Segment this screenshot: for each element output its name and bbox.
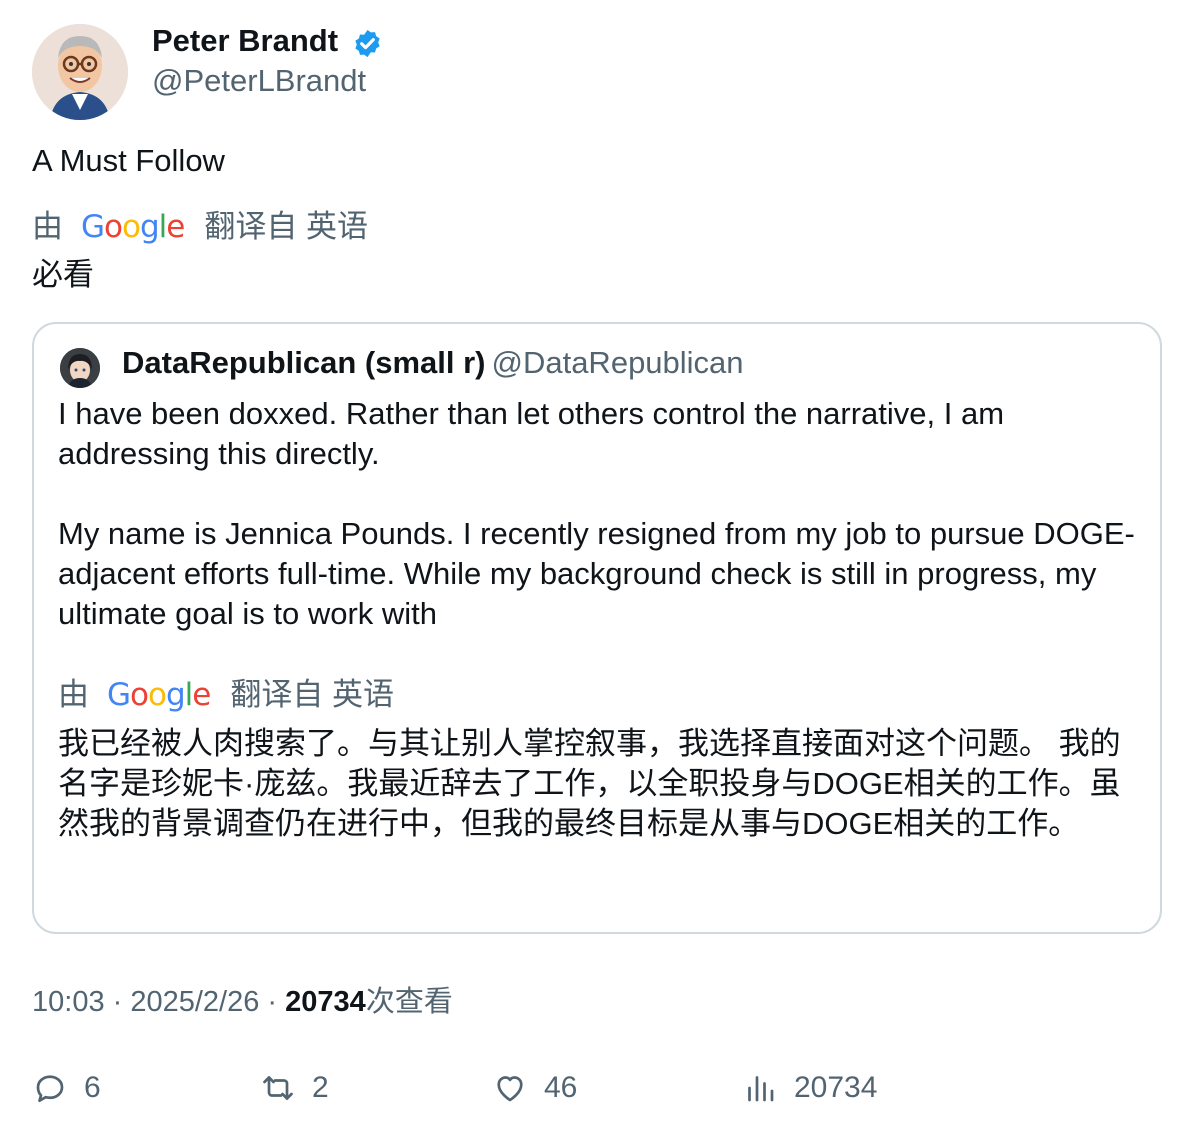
tweet-text: A Must Follow [32, 143, 225, 178]
tweet-time[interactable]: 10:03 [32, 986, 105, 1018]
tweet-meta: 10:03 · 2025/2/26 · 20734次查看 [32, 984, 453, 1020]
quoted-author-avatar[interactable] [60, 348, 100, 388]
translated-from-label: 翻译自 英语 [230, 677, 394, 712]
retweet-icon [263, 1076, 293, 1100]
retweet-count: 2 [312, 1071, 329, 1104]
meta-separator: · [104, 986, 131, 1018]
translation-attribution[interactable]: 由 Google 翻译自 英语 [32, 208, 368, 246]
quoted-translated-text: 我已经被人肉搜索了。与其让别人掌控叙事，我选择直接面对这个问题。 我的名字是珍妮… [58, 726, 1121, 841]
quoted-tweet-card[interactable]: DataRepublican (small r) @DataRepublican … [32, 322, 1162, 934]
like-button[interactable]: 46 [492, 1068, 577, 1108]
reply-count: 6 [84, 1071, 101, 1104]
author-handle[interactable]: @PeterLBrandt [152, 62, 366, 100]
reply-icon [36, 1075, 64, 1103]
translated-from-label: 翻译自 英语 [204, 209, 368, 244]
tweet-date[interactable]: 2025/2/26 [130, 986, 259, 1018]
translated-by-label: 由 [58, 677, 89, 712]
tweet-translated-text: 必看 [32, 257, 94, 292]
quoted-author-name[interactable]: DataRepublican (small r) [122, 345, 485, 380]
verified-badge-icon [352, 28, 383, 59]
quoted-author-line[interactable]: DataRepublican (small r) @DataRepublican [122, 344, 744, 382]
quoted-paragraph: I have been doxxed. Rather than let othe… [58, 396, 1005, 471]
meta-separator: · [259, 986, 286, 1018]
reply-button[interactable]: 6 [32, 1068, 101, 1108]
avatar-anime-image [60, 348, 100, 388]
author-avatar[interactable] [32, 24, 128, 120]
bar-chart-icon [748, 1076, 774, 1102]
avatar-caricature-image [32, 24, 128, 120]
translated-by-label: 由 [32, 209, 63, 244]
quoted-author-handle[interactable]: @DataRepublican [491, 345, 743, 380]
google-logo: Google [107, 677, 211, 713]
quoted-paragraph: My name is Jennica Pounds. I recently re… [58, 516, 1135, 631]
views-button[interactable]: 20734 [742, 1068, 877, 1108]
views-action-count: 20734 [794, 1071, 878, 1104]
views-label: 次查看 [365, 986, 453, 1018]
author-name[interactable]: Peter Brandt [152, 22, 338, 60]
like-count: 46 [544, 1071, 578, 1104]
google-logo: Google [81, 209, 185, 245]
retweet-button[interactable]: 2 [260, 1068, 329, 1108]
views-count: 20734 [285, 986, 366, 1018]
quoted-translation-attribution[interactable]: 由 Google 翻译自 英语 [58, 676, 394, 714]
quoted-tweet-text: I have been doxxed. Rather than let othe… [58, 394, 1148, 634]
heart-icon [497, 1076, 523, 1102]
